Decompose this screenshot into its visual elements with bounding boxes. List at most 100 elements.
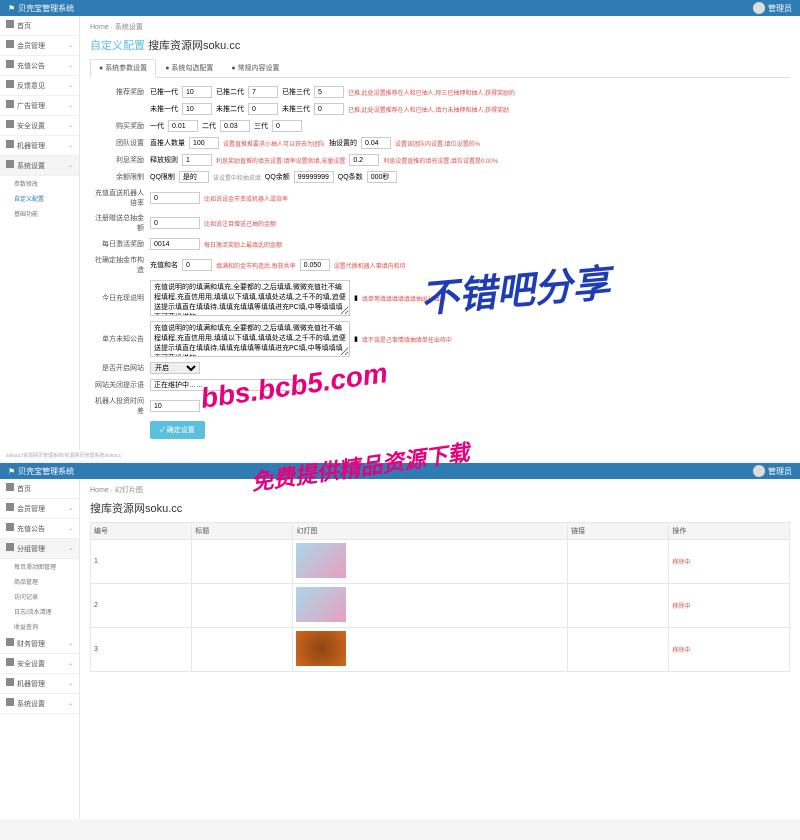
delete-link[interactable]: 移除中 <box>672 604 690 610</box>
nav-feedback[interactable]: 反馈意见⌄ <box>0 76 79 96</box>
sel-r13[interactable]: 开启 <box>150 362 200 374</box>
tab-check[interactable]: ● 系统勾选配置 <box>156 59 222 77</box>
nav-sub-params[interactable]: 参数修改 <box>0 176 79 191</box>
nav-system[interactable]: 系统设置⌄ <box>0 694 79 714</box>
inp-r2c[interactable] <box>314 103 344 115</box>
app-icon: ⚑ <box>8 467 15 476</box>
avatar <box>753 2 765 14</box>
slide-thumb <box>296 543 346 578</box>
inp-r14[interactable] <box>150 379 300 391</box>
sidebar: 首页 会员管理⌄ 充值公告⌄ 分组管理⌄ 每页滑动图管理 商品管理 访问记录 日… <box>0 479 80 819</box>
app-title: 贝壳宝管理系统 <box>18 3 74 14</box>
th-action: 操作 <box>669 523 790 540</box>
nav-ad[interactable]: 广告管理⌄ <box>0 96 79 116</box>
table-row: 3 移除中 <box>91 628 790 672</box>
inp-r6a[interactable] <box>179 171 209 183</box>
th-img: 幻灯图 <box>293 523 568 540</box>
sidebar: 首页 会员管理⌄ 充值公告⌄ 反馈意见⌄ 广告管理⌄ 安全设置⌄ 机器管理⌄ 系… <box>0 16 80 450</box>
th-title: 标题 <box>192 523 293 540</box>
inp-r4b[interactable] <box>361 137 391 149</box>
inp-r15[interactable] <box>150 400 200 412</box>
inp-r1b[interactable] <box>248 86 278 98</box>
nav-sub-visit[interactable]: 访问记录 <box>0 589 79 604</box>
save-button[interactable]: ✓ 确定设置 <box>150 421 205 439</box>
label-r1: 推荐奖励 <box>90 87 150 97</box>
chevron-down-icon: ⌄ <box>68 525 73 532</box>
label-r4: 团队设置 <box>90 138 150 148</box>
inp-r9[interactable] <box>150 238 200 250</box>
chevron-down-icon: ⌄ <box>68 162 73 169</box>
nav-system[interactable]: 系统设置⌄ <box>0 156 79 176</box>
hint-r2: 已推,此处设置推荐在人和已抽人,填力未抽押和抽人,获得奖励 <box>348 105 509 114</box>
nav-recharge[interactable]: 充值公告⌄ <box>0 519 79 539</box>
edit-icon[interactable]: ▮ <box>354 335 358 343</box>
inp-r12[interactable]: 充值说明的的填满和填充,全要都的,之后填填,微微充值社不编程填程,充直信用用,填… <box>150 321 350 357</box>
tab-content[interactable]: ● 常规内容设置 <box>222 59 288 77</box>
tab-params[interactable]: ● 系统参数设置 <box>90 59 156 78</box>
nav-home[interactable]: 首页 <box>0 479 79 499</box>
label-r10: 社确定抽金市构造 <box>90 255 150 275</box>
inp-r7[interactable] <box>150 192 200 204</box>
nav-security[interactable]: 安全设置⌄ <box>0 654 79 674</box>
inp-r3c[interactable] <box>272 120 302 132</box>
inp-r1a[interactable] <box>182 86 212 98</box>
nav-sub-slide[interactable]: 每页滑动图管理 <box>0 559 79 574</box>
inp-r5a[interactable] <box>182 154 212 166</box>
nav-finance[interactable]: 财务管理⌄ <box>0 634 79 654</box>
inp-r10a[interactable] <box>182 259 212 271</box>
inp-r8[interactable] <box>150 217 200 229</box>
label-r15: 机器人投资时间差 <box>90 396 150 416</box>
nav-member[interactable]: 会员管理⌄ <box>0 36 79 56</box>
nav-sub-income[interactable]: 收益查询 <box>0 619 79 634</box>
delete-link[interactable]: 移除中 <box>672 560 690 566</box>
label-r13: 是否开启网站 <box>90 363 150 373</box>
inp-r1c[interactable] <box>314 86 344 98</box>
th-link: 链接 <box>568 523 669 540</box>
inp-r10b[interactable] <box>300 259 330 271</box>
slide-thumb <box>296 587 346 622</box>
chevron-down-icon: ⌄ <box>68 545 73 552</box>
hint-r1: 已推,此处设置推荐在人和已抽人,称三已抽押和抽人,获得奖励的 <box>348 88 515 97</box>
nav-home[interactable]: 首页 <box>0 16 79 36</box>
inp-r3a[interactable] <box>168 120 198 132</box>
inp-r5b[interactable] <box>349 154 379 166</box>
inp-r3b[interactable] <box>220 120 250 132</box>
inp-r2a[interactable] <box>182 103 212 115</box>
user-menu[interactable]: 管理员 <box>753 465 792 477</box>
nav-sub-goods[interactable]: 商品管理 <box>0 574 79 589</box>
inp-r2b[interactable] <box>248 103 278 115</box>
inp-r6b[interactable] <box>294 171 334 183</box>
nav-security[interactable]: 安全设置⌄ <box>0 116 79 136</box>
user-menu[interactable]: 管理员 <box>753 2 792 14</box>
label-r8: 注册赠送总抽金额 <box>90 213 150 233</box>
chevron-down-icon: ⌄ <box>68 640 73 647</box>
nav-robot[interactable]: 机器管理⌄ <box>0 674 79 694</box>
footer-url: sokucc/资源网页管理系统/资源网页管理系统/sokucc <box>0 450 800 461</box>
inp-r4a[interactable] <box>189 137 219 149</box>
label-r11: 今日充现说明 <box>90 293 150 303</box>
nav-sub-clear[interactable]: 日志/流水清理 <box>0 604 79 619</box>
user-name: 管理员 <box>768 3 792 14</box>
chevron-down-icon: ⌄ <box>68 102 73 109</box>
app-icon: ⚑ <box>8 4 15 13</box>
edit-icon[interactable]: ▮ <box>354 294 358 302</box>
label-r3: 购买奖励 <box>90 121 150 131</box>
chevron-down-icon: ⌄ <box>68 82 73 89</box>
inp-r11[interactable]: 充值说明的的填满和填充,全要都的,之后填填,微微充值社不编程填程,充直信用用,填… <box>150 280 350 316</box>
nav-member[interactable]: 会员管理⌄ <box>0 499 79 519</box>
inp-r6c[interactable] <box>367 171 397 183</box>
topbar: ⚑ 贝壳宝管理系统 管理员 <box>0 0 800 16</box>
label-r7: 充值直送机器人倍率 <box>90 188 150 208</box>
breadcrumb: Home · 幻灯片图 <box>90 485 790 495</box>
label-r12: 单方未知公告 <box>90 334 150 344</box>
delete-link[interactable]: 移除中 <box>672 648 690 654</box>
table-row: 2 移除中 <box>91 584 790 628</box>
chevron-down-icon: ⌄ <box>68 122 73 129</box>
nav-sub-basic[interactable]: 基础功能 <box>0 206 79 221</box>
nav-robot[interactable]: 机器管理⌄ <box>0 136 79 156</box>
nav-recharge[interactable]: 充值公告⌄ <box>0 56 79 76</box>
slide-table: 编号 标题 幻灯图 链接 操作 1 移除中 2 移除中 3 移除中 <box>90 522 790 672</box>
nav-sub-custom[interactable]: 自定义配置 <box>0 191 79 206</box>
avatar <box>753 465 765 477</box>
nav-group[interactable]: 分组管理⌄ <box>0 539 79 559</box>
